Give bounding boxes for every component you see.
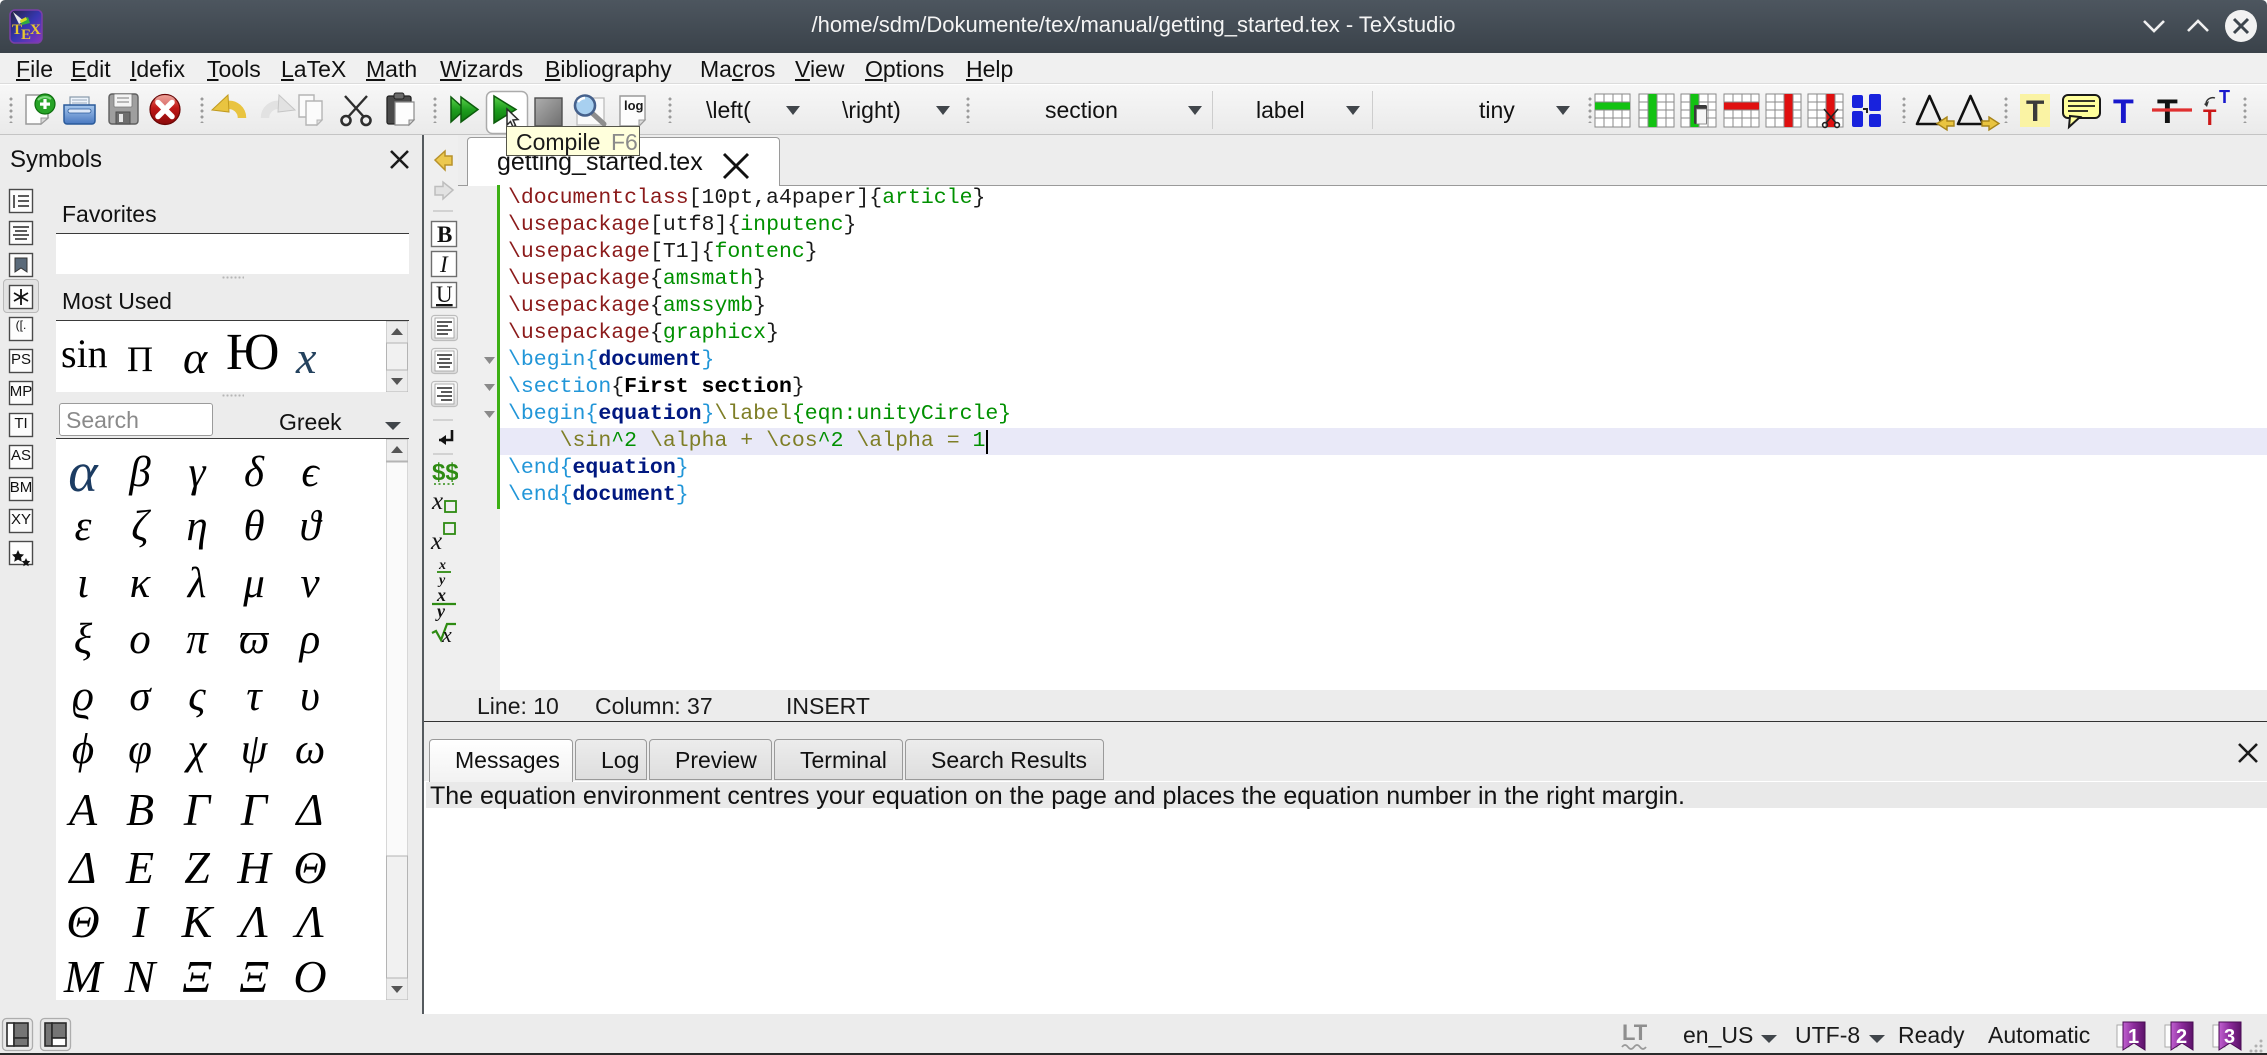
svg-text:log: log — [624, 98, 644, 113]
svg-text:T: T — [2026, 95, 2044, 128]
svg-text:U: U — [436, 282, 453, 307]
svg-text:x: x — [441, 622, 452, 647]
svg-text:x: x — [431, 488, 443, 515]
svg-text:X: X — [30, 22, 41, 38]
svg-text:$$: $$ — [432, 459, 459, 486]
svg-text:x: x — [430, 528, 442, 555]
svg-text:T: T — [2157, 93, 2178, 131]
svg-text:I: I — [439, 252, 449, 277]
svg-text:3: 3 — [2224, 1026, 2235, 1048]
svg-text:y: y — [435, 601, 446, 621]
svg-text:B: B — [437, 222, 452, 247]
svg-text:1: 1 — [2128, 1026, 2139, 1048]
svg-text:T: T — [2219, 87, 2230, 107]
svg-text:x: x — [438, 558, 446, 573]
svg-text:T: T — [2203, 105, 2217, 130]
svg-text:LT: LT — [1622, 1020, 1648, 1045]
svg-text:2: 2 — [2176, 1026, 2187, 1048]
svg-text:T: T — [2113, 93, 2134, 131]
